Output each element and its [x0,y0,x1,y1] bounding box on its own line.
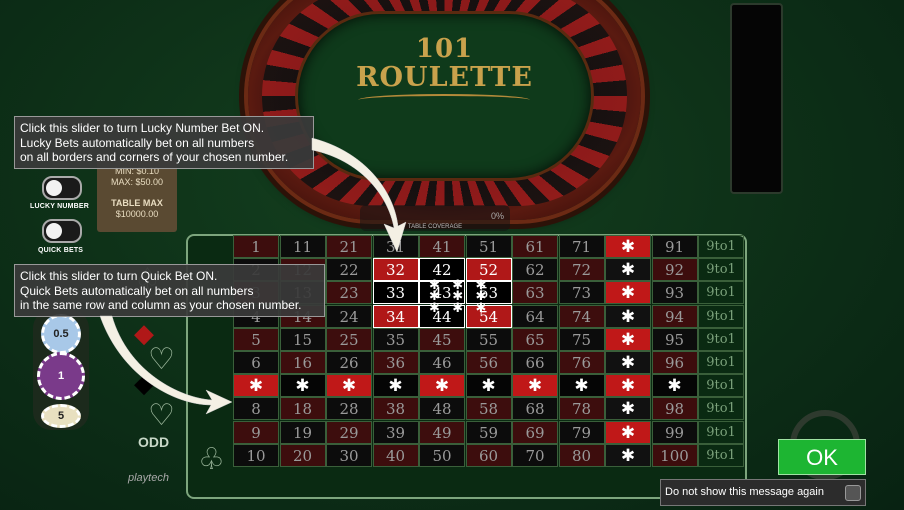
lucky-bet-marker-icon: ✱ [429,301,440,316]
dont-show-again-option[interactable]: Do not show this message again [660,479,866,506]
ok-button[interactable]: OK [778,439,866,475]
lucky-bet-marker-icon: ✱ [475,301,487,316]
quick-arrow [99,315,233,415]
lucky-bet-marker-icon: ✱ [452,301,464,316]
tutorial-arrows [99,137,407,415]
lucky-arrow [311,137,407,253]
dont-show-again-label: Do not show this message again [665,486,824,498]
dont-show-again-checkbox[interactable] [845,485,861,501]
